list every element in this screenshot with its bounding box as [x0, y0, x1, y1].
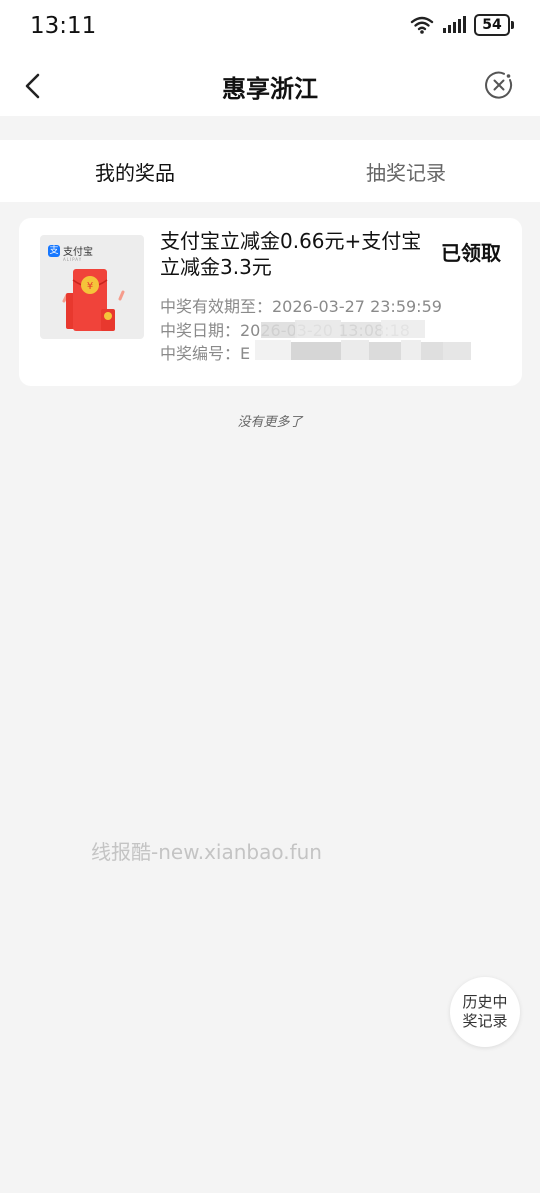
- close-icon: [485, 71, 513, 99]
- prize-card[interactable]: 支 支付宝 ALIPAY ¥ 支付宝立减金0.66元+支付宝立减金3.3元 已领…: [19, 218, 522, 386]
- prize-expiry: 中奖有效期至：2026-03-27 23:59:59: [160, 297, 442, 316]
- battery-icon: 54: [474, 14, 514, 36]
- end-of-list-text: 没有更多了: [237, 415, 303, 430]
- tab-lottery-records[interactable]: 抽奖记录: [366, 157, 446, 186]
- history-records-button[interactable]: 历史中奖记录: [450, 977, 520, 1047]
- prize-title: 支付宝立减金0.66元+支付宝立减金3.3元: [160, 229, 422, 279]
- history-records-label: 历史中奖记录: [462, 993, 508, 1030]
- prize-thumbnail: 支 支付宝 ALIPAY ¥: [40, 235, 144, 339]
- tab-bar: 我的奖品 抽奖记录: [0, 140, 540, 202]
- status-time: 13:11: [30, 13, 97, 39]
- signal-icon: [443, 16, 466, 33]
- tab-my-prizes[interactable]: 我的奖品: [95, 157, 175, 186]
- svg-text:¥: ¥: [87, 281, 93, 292]
- wifi-icon: [410, 16, 434, 34]
- privacy-mask: [255, 320, 471, 360]
- red-packet-icon: ¥: [62, 269, 125, 331]
- status-icons: 54: [410, 14, 514, 36]
- close-button[interactable]: [484, 70, 514, 100]
- prize-status-badge: 已领取: [441, 241, 501, 265]
- prize-number: 中奖编号：E: [160, 344, 251, 363]
- watermark: 线报酷-new.xianbao.fun: [91, 840, 322, 864]
- status-bar: 13:11 54: [0, 0, 540, 56]
- nav-bar: 惠享浙江: [0, 56, 540, 116]
- page-title: 惠享浙江: [222, 75, 318, 103]
